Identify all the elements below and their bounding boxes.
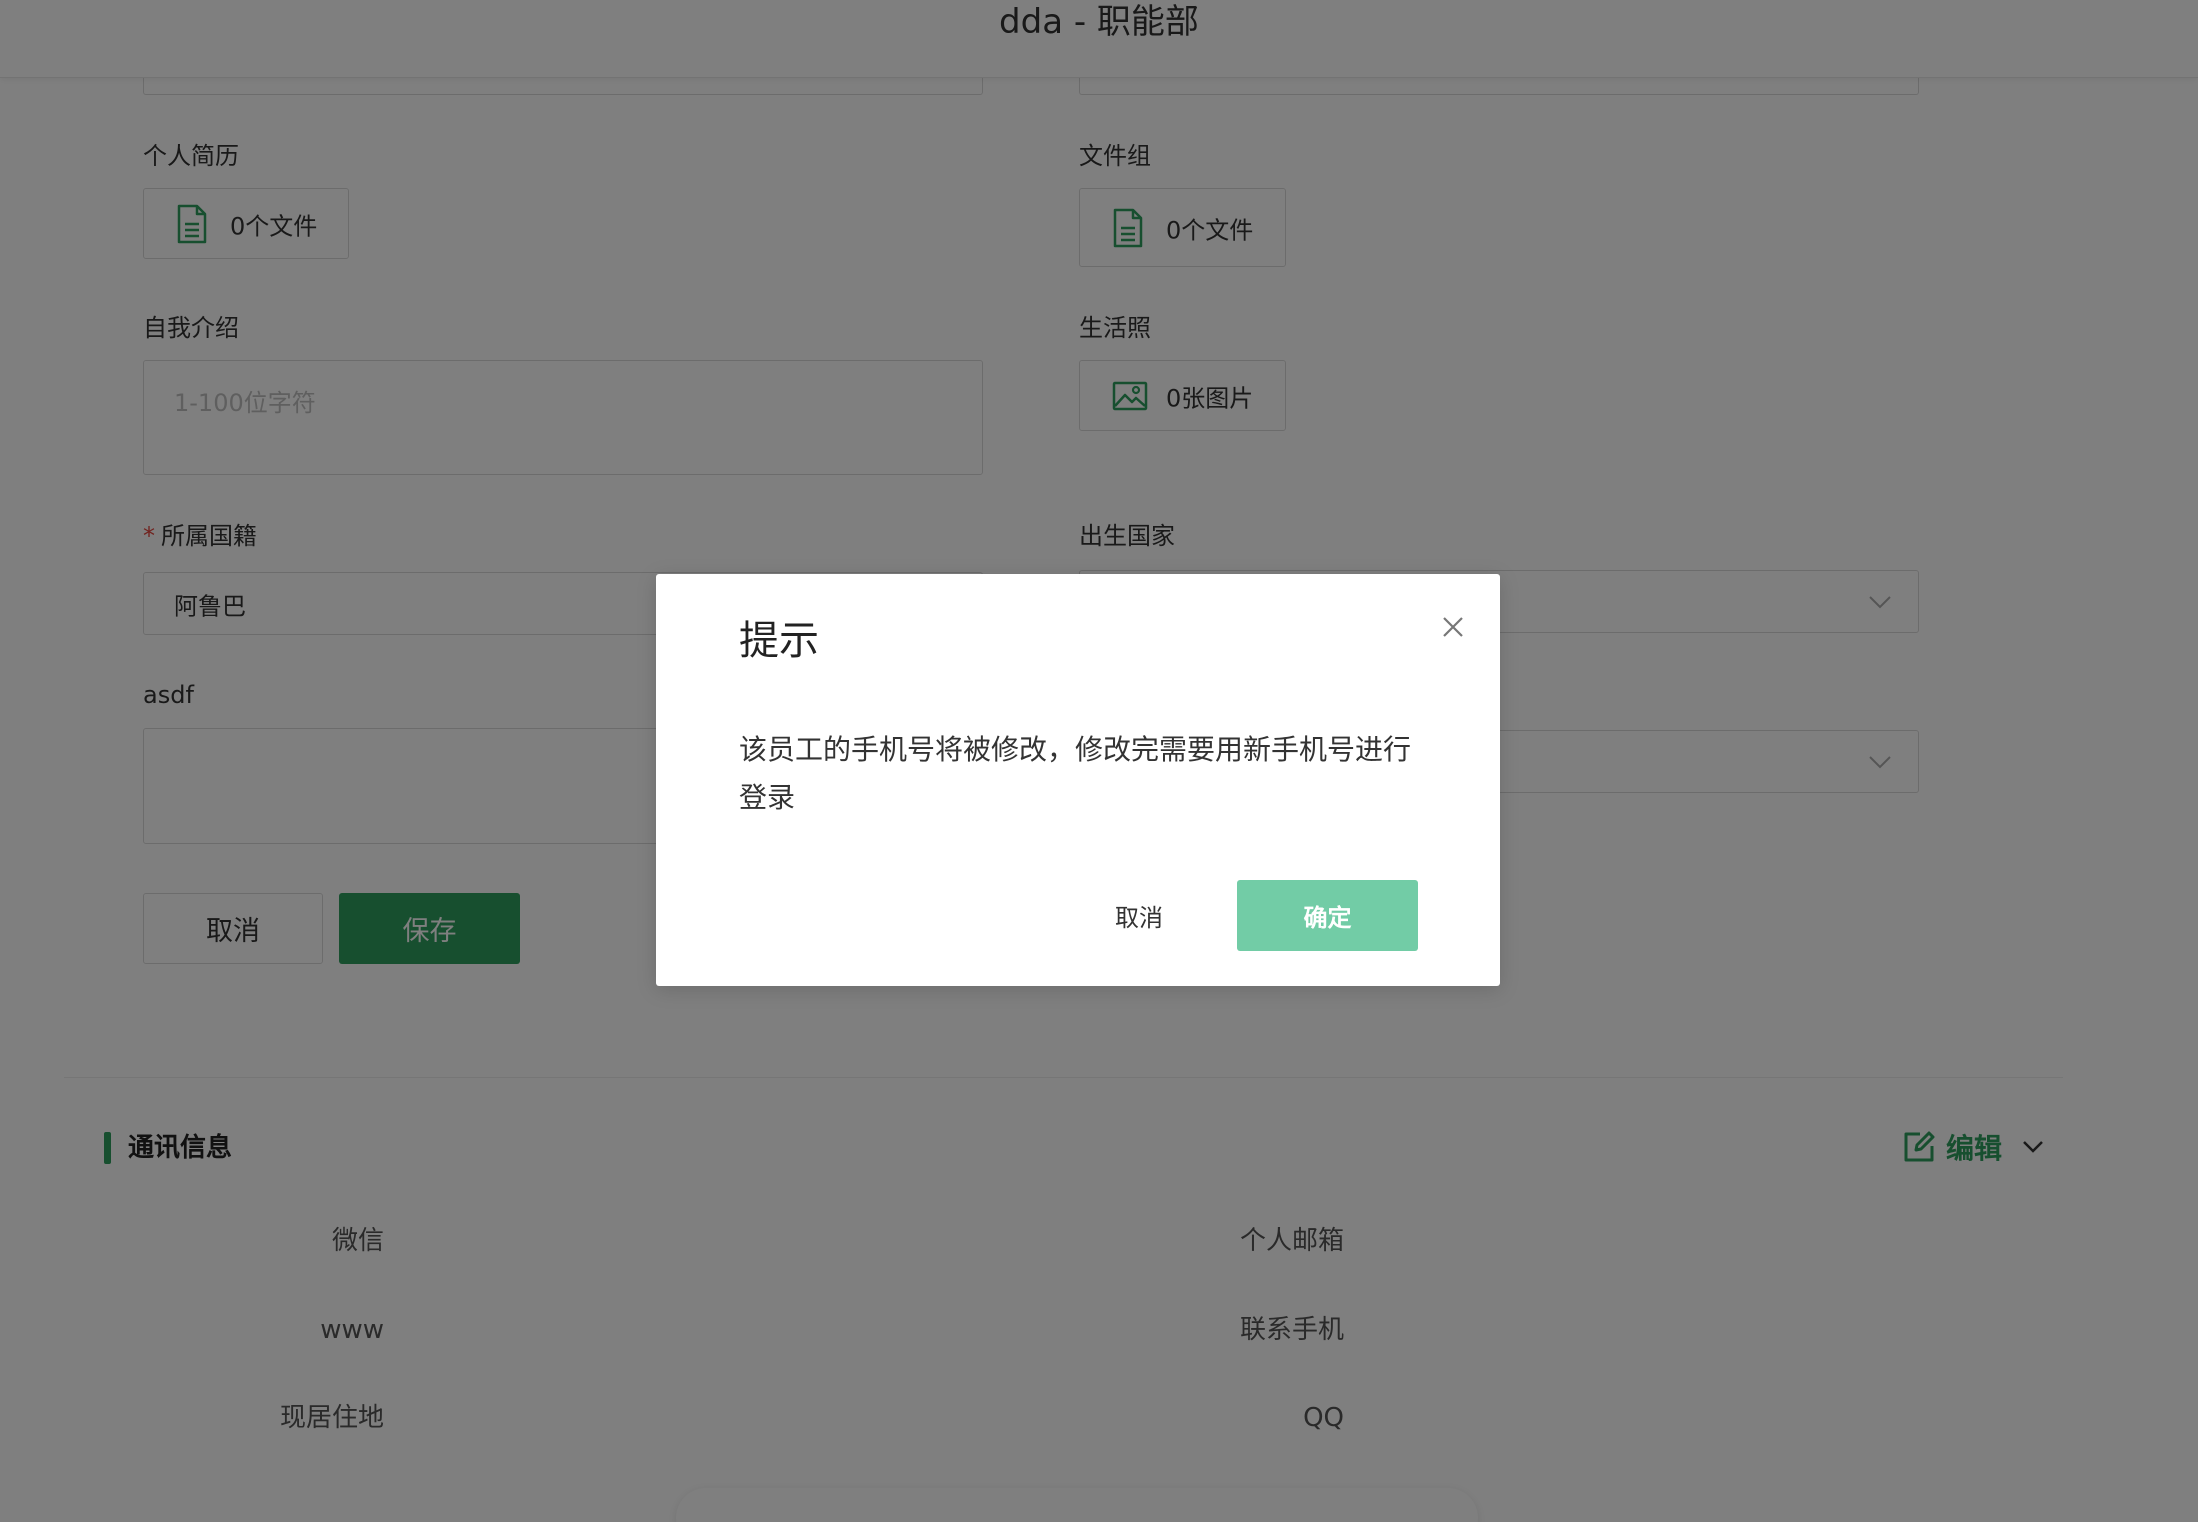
modal-confirm-button[interactable]: 确定 — [1237, 880, 1418, 951]
prompt-modal: 提示 该员工的手机号将被修改，修改完需要用新手机号进行登录 取消 确定 — [656, 574, 1500, 986]
modal-title: 提示 — [739, 618, 819, 664]
close-icon[interactable] — [1438, 612, 1468, 642]
modal-cancel-button[interactable]: 取消 — [1074, 880, 1204, 950]
modal-message: 该员工的手机号将被修改，修改完需要用新手机号进行登录 — [739, 733, 1412, 814]
